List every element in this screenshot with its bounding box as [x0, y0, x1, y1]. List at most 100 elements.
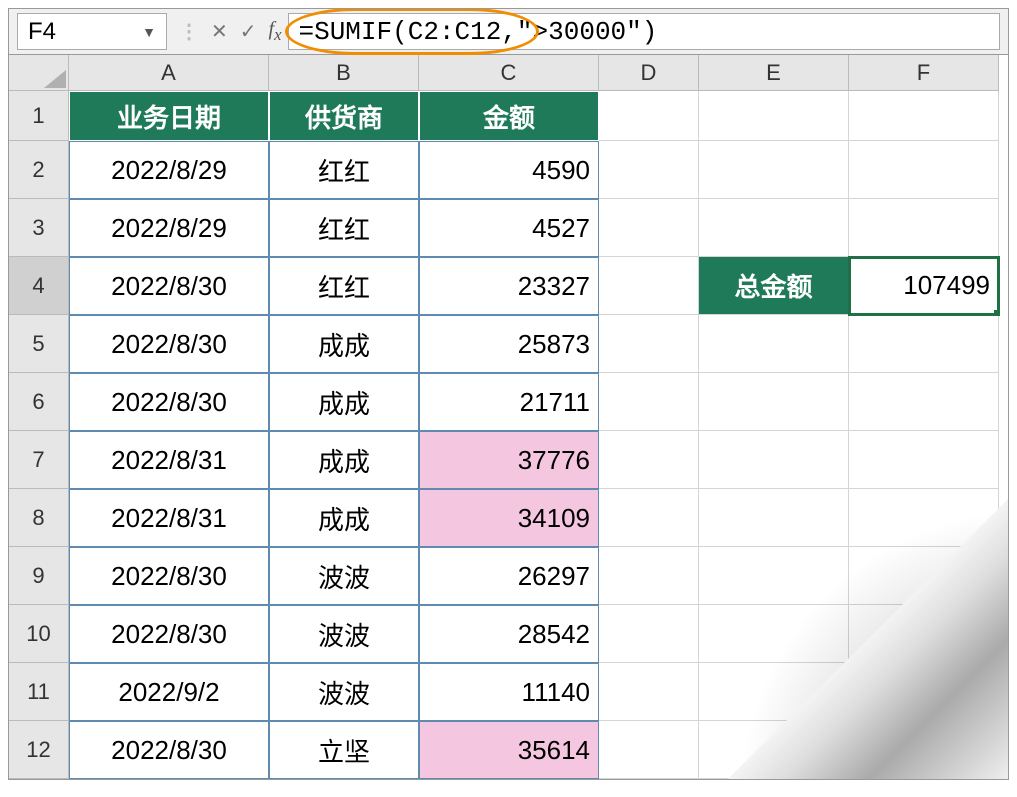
cell-B11[interactable]: 波波 [269, 663, 419, 721]
cell-A6[interactable]: 2022/8/30 [69, 373, 269, 431]
accept-icon[interactable]: ✓ [240, 19, 257, 44]
cell-E11[interactable] [699, 663, 849, 721]
cell-F11[interactable] [849, 663, 999, 721]
cell-C8[interactable]: 34109 [419, 489, 599, 547]
cell-A7[interactable]: 2022/8/31 [69, 431, 269, 489]
cell-F1[interactable] [849, 91, 999, 141]
cell-E8[interactable] [699, 489, 849, 547]
cell-B4[interactable]: 红红 [269, 257, 419, 315]
cell-A10[interactable]: 2022/8/30 [69, 605, 269, 663]
cell-E3[interactable] [699, 199, 849, 257]
cell-C9[interactable]: 26297 [419, 547, 599, 605]
cell-A11[interactable]: 2022/9/2 [69, 663, 269, 721]
cell-C11[interactable]: 11140 [419, 663, 599, 721]
cell-B10[interactable]: 波波 [269, 605, 419, 663]
row-headers: 123456789101112 [9, 91, 69, 779]
cell-A8[interactable]: 2022/8/31 [69, 489, 269, 547]
cell-D10[interactable] [599, 605, 699, 663]
cell-A4[interactable]: 2022/8/30 [69, 257, 269, 315]
header-cell-A[interactable]: 业务日期 [69, 91, 269, 141]
cell-E6[interactable] [699, 373, 849, 431]
column-header-F[interactable]: F [849, 55, 999, 91]
cell-D1[interactable] [599, 91, 699, 141]
cell-F2[interactable] [849, 141, 999, 199]
summary-value-cell[interactable]: 107499 [849, 257, 999, 315]
cell-F9[interactable] [849, 547, 999, 605]
cell-C6[interactable]: 21711 [419, 373, 599, 431]
cell-C10[interactable]: 28542 [419, 605, 599, 663]
column-header-E[interactable]: E [699, 55, 849, 91]
cell-B6[interactable]: 成成 [269, 373, 419, 431]
cell-B7[interactable]: 成成 [269, 431, 419, 489]
cell-A2[interactable]: 2022/8/29 [69, 141, 269, 199]
cell-E5[interactable] [699, 315, 849, 373]
cell-D7[interactable] [599, 431, 699, 489]
fx-icon[interactable]: fx [269, 18, 282, 45]
cell-C4[interactable]: 23327 [419, 257, 599, 315]
cell-D8[interactable] [599, 489, 699, 547]
column-header-D[interactable]: D [599, 55, 699, 91]
name-box[interactable]: F4 ▼ [17, 13, 167, 50]
cell-C2[interactable]: 4590 [419, 141, 599, 199]
cell-E12[interactable] [699, 721, 849, 779]
cell-B5[interactable]: 成成 [269, 315, 419, 373]
row-header-10[interactable]: 10 [9, 605, 69, 663]
cell-F10[interactable] [849, 605, 999, 663]
row-header-9[interactable]: 9 [9, 547, 69, 605]
row-header-4[interactable]: 4 [9, 257, 69, 315]
cell-D3[interactable] [599, 199, 699, 257]
cell-F8[interactable] [849, 489, 999, 547]
row-header-5[interactable]: 5 [9, 315, 69, 373]
cell-A5[interactable]: 2022/8/30 [69, 315, 269, 373]
header-cell-B[interactable]: 供货商 [269, 91, 419, 141]
cell-B12[interactable]: 立坚 [269, 721, 419, 779]
chevron-down-icon[interactable]: ▼ [142, 24, 156, 40]
cell-D5[interactable] [599, 315, 699, 373]
cell-C5[interactable]: 25873 [419, 315, 599, 373]
formula-input[interactable]: =SUMIF(C2:C12,">30000") [288, 13, 1001, 50]
cancel-icon[interactable]: ✕ [211, 19, 228, 44]
cell-B9[interactable]: 波波 [269, 547, 419, 605]
select-all-corner[interactable] [9, 55, 69, 91]
cell-D9[interactable] [599, 547, 699, 605]
cell-D12[interactable] [599, 721, 699, 779]
cell-F6[interactable] [849, 373, 999, 431]
cell-B8[interactable]: 成成 [269, 489, 419, 547]
cell-A9[interactable]: 2022/8/30 [69, 547, 269, 605]
column-header-A[interactable]: A [69, 55, 269, 91]
cell-B3[interactable]: 红红 [269, 199, 419, 257]
cell-A3[interactable]: 2022/8/29 [69, 199, 269, 257]
row-header-11[interactable]: 11 [9, 663, 69, 721]
cell-C3[interactable]: 4527 [419, 199, 599, 257]
cell-A12[interactable]: 2022/8/30 [69, 721, 269, 779]
row-header-12[interactable]: 12 [9, 721, 69, 779]
cell-E2[interactable] [699, 141, 849, 199]
header-cell-C[interactable]: 金额 [419, 91, 599, 141]
cell-C7[interactable]: 37776 [419, 431, 599, 489]
cell-E10[interactable] [699, 605, 849, 663]
cell-D2[interactable] [599, 141, 699, 199]
cell-E9[interactable] [699, 547, 849, 605]
row-header-6[interactable]: 6 [9, 373, 69, 431]
cell-D6[interactable] [599, 373, 699, 431]
row-header-7[interactable]: 7 [9, 431, 69, 489]
cell-F7[interactable] [849, 431, 999, 489]
row-header-3[interactable]: 3 [9, 199, 69, 257]
cell-area[interactable]: 业务日期供货商金额2022/8/29红红45902022/8/29红红45272… [69, 91, 999, 779]
cell-B2[interactable]: 红红 [269, 141, 419, 199]
summary-label-cell[interactable]: 总金额 [699, 257, 849, 315]
cell-F5[interactable] [849, 315, 999, 373]
row-header-2[interactable]: 2 [9, 141, 69, 199]
column-header-B[interactable]: B [269, 55, 419, 91]
column-header-C[interactable]: C [419, 55, 599, 91]
cell-F3[interactable] [849, 199, 999, 257]
row-header-8[interactable]: 8 [9, 489, 69, 547]
cell-C12[interactable]: 35614 [419, 721, 599, 779]
cell-D4[interactable] [599, 257, 699, 315]
cell-E1[interactable] [699, 91, 849, 141]
cell-F12[interactable] [849, 721, 999, 779]
row-header-1[interactable]: 1 [9, 91, 69, 141]
cell-E7[interactable] [699, 431, 849, 489]
cell-D11[interactable] [599, 663, 699, 721]
grid: ABCDEF 123456789101112 业务日期供货商金额2022/8/2… [9, 55, 1008, 779]
